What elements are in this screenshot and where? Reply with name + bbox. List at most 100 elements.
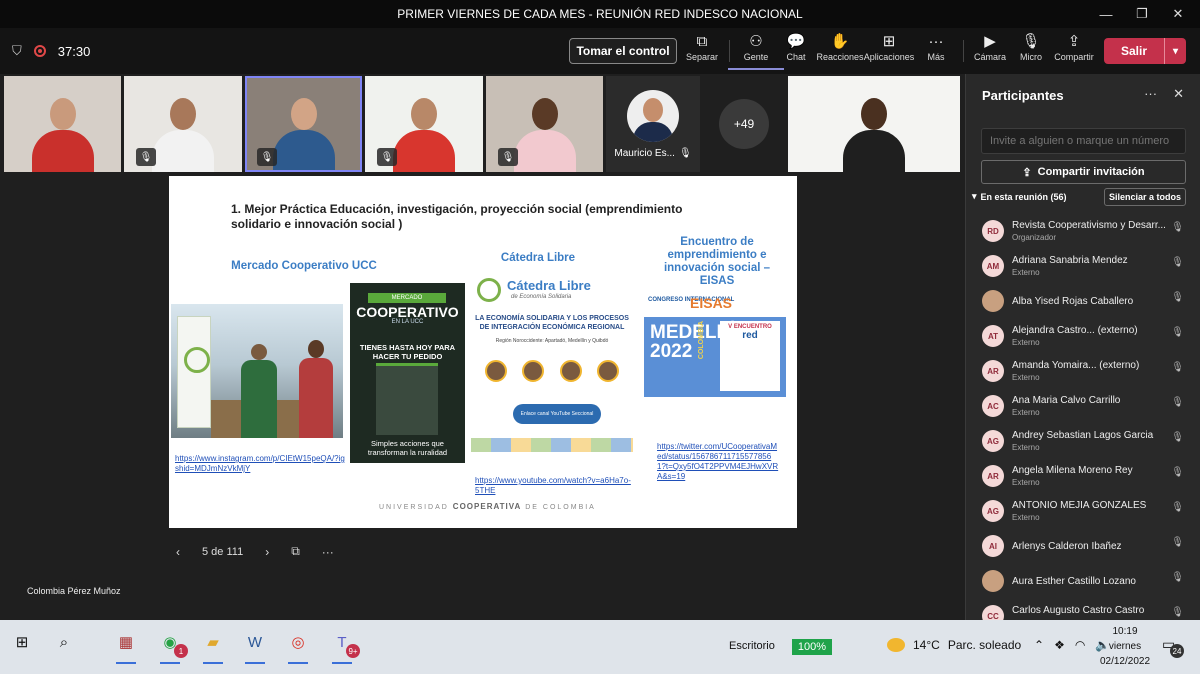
- poster-tag: MERCADO: [368, 293, 446, 303]
- mercado-poster: MERCADO COOPERATIVO EN LA UCC TIENES HAS…: [350, 283, 465, 477]
- restore-icon[interactable]: ❐: [1126, 6, 1158, 22]
- whatsapp-badge: 1: [174, 644, 188, 658]
- catedra-logo: [477, 278, 501, 302]
- share-icon: ⇪: [1067, 33, 1081, 50]
- toolbar-popout-button[interactable]: ⧉ Separar: [674, 32, 730, 62]
- avatar: AR: [982, 360, 1004, 382]
- list-item[interactable]: AM Adriana Sanabria Mendez Externo 🎙: [966, 251, 1200, 286]
- more-participants-count: +49: [719, 99, 769, 149]
- mute-all-button[interactable]: Silenciar a todos: [1104, 188, 1186, 206]
- participant-name: Alejandra Castro... (externo): [1012, 325, 1138, 336]
- video-tile[interactable]: 🎙: [486, 76, 603, 172]
- chrome-icon[interactable]: ◎: [284, 628, 312, 664]
- chevron-right-icon[interactable]: ›: [265, 545, 269, 559]
- list-item[interactable]: AI Arlenys Calderon Ibañez 🎙: [966, 531, 1200, 566]
- panel-actions: ··· ✕: [1144, 86, 1184, 102]
- toolbar-label: Chat: [786, 52, 806, 62]
- invite-input[interactable]: [981, 128, 1186, 154]
- twitter-link[interactable]: https://twitter.com/UCooperativaMed/stat…: [657, 442, 779, 482]
- mic-off-icon: 🎙: [1171, 292, 1184, 303]
- minimize-icon[interactable]: —: [1090, 7, 1122, 22]
- list-item[interactable]: AC Ana Maria Calvo Carrillo Externo 🎙: [966, 391, 1200, 426]
- weather-widget[interactable]: 14°C Parc. soleado: [887, 638, 1021, 652]
- weather-icon: [887, 638, 905, 652]
- in-meeting-section-toggle[interactable]: ▾ En esta reunión (56): [972, 191, 1067, 202]
- list-item[interactable]: AT Alejandra Castro... (externo) Externo…: [966, 321, 1200, 356]
- toolbar-more-button[interactable]: ··· Más: [908, 32, 964, 62]
- poster-title: COOPERATIVO: [356, 304, 459, 320]
- video-tile[interactable]: 🎙: [365, 76, 483, 172]
- whatsapp-icon[interactable]: ◉ 1: [156, 628, 188, 664]
- share-icon: ⇪: [1022, 166, 1032, 179]
- more-participants-tile[interactable]: +49: [702, 76, 786, 172]
- poster-subtitle: EN LA UCC: [391, 319, 424, 325]
- participant-name: Carlos Augusto Castro Castro: [1012, 605, 1145, 616]
- chevron-up-icon[interactable]: ⌃: [1034, 638, 1044, 652]
- list-item[interactable]: AG Andrey Sebastian Lagos Garcia Externo…: [966, 426, 1200, 461]
- desktop-label[interactable]: Escritorio: [729, 640, 775, 652]
- participant-name: Alba Yised Rojas Caballero: [1012, 296, 1134, 307]
- video-tile[interactable]: [4, 76, 121, 172]
- poster-title: Cátedra Libre: [507, 278, 591, 293]
- video-tile[interactable]: [788, 76, 960, 172]
- more-icon[interactable]: ···: [322, 545, 334, 559]
- avatar: AM: [982, 255, 1004, 277]
- mic-off-icon: 🎙: [1021, 33, 1041, 50]
- close-icon[interactable]: ✕: [1162, 6, 1194, 22]
- active-speaker-ring: [245, 76, 362, 172]
- leave-label: Salir: [1120, 44, 1147, 58]
- participant-video: [389, 92, 459, 172]
- avatar: RD: [982, 220, 1004, 242]
- winrar-icon[interactable]: ▦: [112, 628, 140, 664]
- search-icon[interactable]: ⌕: [50, 628, 78, 656]
- poster-logo-bar: [644, 397, 786, 417]
- zoom-indicator[interactable]: 100%: [792, 639, 832, 655]
- toolbar-label: Aplicaciones: [863, 52, 915, 62]
- word-icon[interactable]: W: [241, 628, 269, 664]
- participant-name: Revista Cooperativismo y Desarr...: [1012, 220, 1166, 231]
- leave-button[interactable]: Salir ▾: [1104, 38, 1186, 64]
- grid-view-icon[interactable]: ⧉: [291, 544, 300, 559]
- windows-start-icon[interactable]: ⊞: [8, 628, 36, 656]
- list-item[interactable]: AG ANTONIO MEJIA GONZALES Externo 🎙: [966, 496, 1200, 531]
- toolbar-label: Más: [927, 52, 945, 62]
- poster-encuentro-box: V ENCUENTRO red: [720, 321, 780, 391]
- video-tile[interactable]: 🎙: [124, 76, 242, 172]
- participant-role: Organizador: [1012, 233, 1057, 242]
- dropbox-icon[interactable]: ❖: [1054, 638, 1065, 652]
- window-controls: — ❐ ✕: [1090, 0, 1194, 28]
- close-icon[interactable]: ✕: [1173, 86, 1184, 102]
- more-icon[interactable]: ···: [1144, 86, 1157, 102]
- toolbar-reactions-button[interactable]: ✋ Reacciones: [812, 32, 868, 62]
- teams-icon[interactable]: T 9+: [328, 628, 360, 664]
- poster-list-block: [376, 363, 438, 435]
- recording-icon: [33, 45, 46, 57]
- list-item[interactable]: AR Amanda Yomaira... (externo) Externo 🎙: [966, 356, 1200, 391]
- participant-role: Externo: [1012, 268, 1040, 277]
- instagram-link[interactable]: https://www.instagram.com/p/CIEtW15peQA/…: [175, 454, 345, 474]
- hand-icon: ✋: [830, 33, 850, 50]
- avatar: AI: [982, 535, 1004, 557]
- toolbar-share-button[interactable]: ⇪ Compartir: [1046, 32, 1102, 62]
- share-invite-button[interactable]: ⇪ Compartir invitación: [981, 160, 1186, 184]
- avatar-tile[interactable]: Mauricio Es... 🎙: [606, 76, 700, 172]
- list-item[interactable]: AR Angela Milena Moreno Rey Externo 🎙: [966, 461, 1200, 496]
- chevron-left-icon[interactable]: ‹: [176, 545, 180, 559]
- participant-name: Angela Milena Moreno Rey: [1012, 465, 1133, 476]
- list-item[interactable]: Alba Yised Rojas Caballero 🎙: [966, 286, 1200, 321]
- take-control-button[interactable]: Tomar el control: [569, 38, 677, 64]
- notification-center[interactable]: ▭ 24: [1162, 636, 1184, 658]
- participant-list: RD Revista Cooperativismo y Desarr... Or…: [966, 216, 1200, 636]
- catedra-poster: Cátedra Libre de Economía Solidaria LA E…: [471, 264, 633, 456]
- avatar-name-row: Mauricio Es... 🎙: [614, 148, 691, 159]
- list-item[interactable]: Aura Esther Castillo Lozano 🎙: [966, 566, 1200, 601]
- footer-brand: COOPERATIVA: [452, 502, 522, 511]
- system-clock[interactable]: 10:19 viernes 02/12/2022: [1096, 624, 1154, 669]
- wifi-icon[interactable]: ◠: [1075, 638, 1085, 652]
- list-item[interactable]: RD Revista Cooperativismo y Desarr... Or…: [966, 216, 1200, 251]
- video-tile[interactable]: 🎙: [245, 76, 362, 172]
- folder-icon[interactable]: ▰: [199, 628, 227, 664]
- participant-name: Ana Maria Calvo Carrillo: [1012, 395, 1121, 406]
- chevron-down-icon[interactable]: ▾: [1164, 38, 1186, 64]
- youtube-link[interactable]: https://www.youtube.com/watch?v=a6Ha7o-5…: [475, 476, 635, 496]
